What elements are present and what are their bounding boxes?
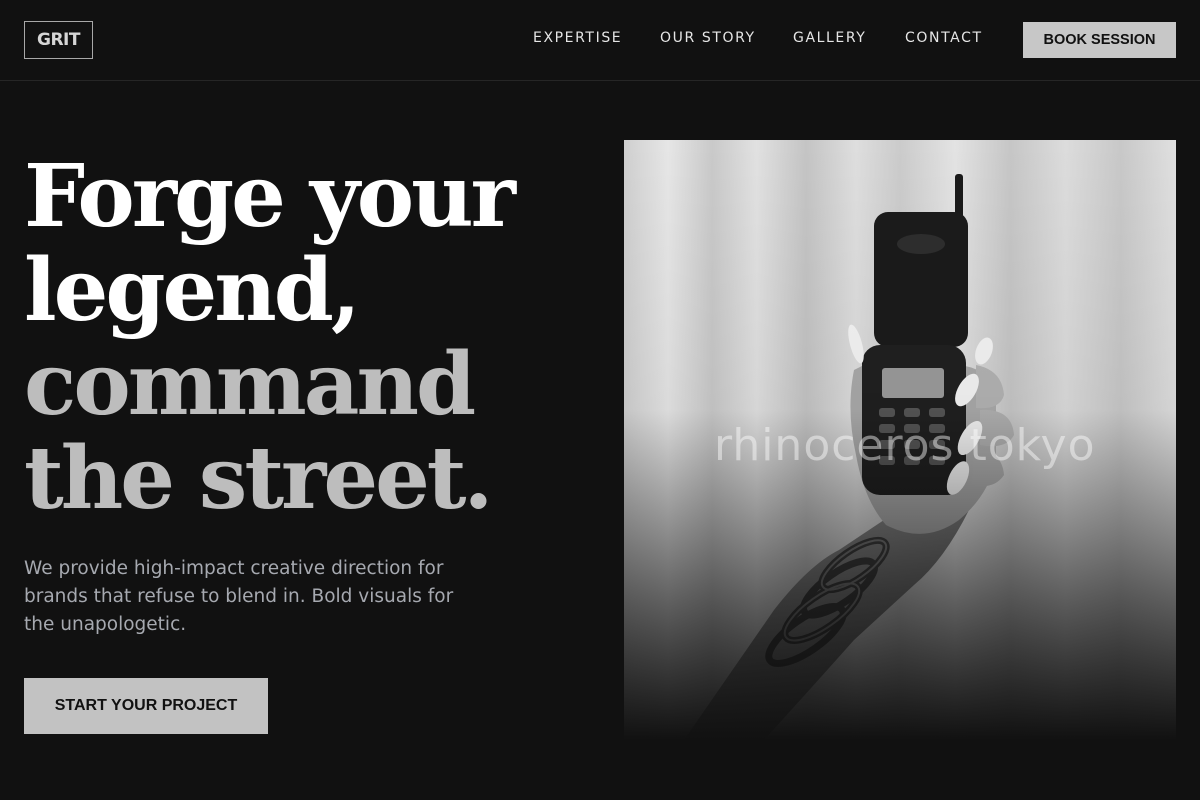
headline-line-2: legend, (24, 240, 361, 341)
nav-link-gallery[interactable]: GALLERY (793, 30, 866, 46)
nav-link-our-story[interactable]: OUR STORY (660, 30, 756, 46)
site-header: GRIT EXPERTISE OUR STORY GALLERY CONTACT… (0, 0, 1200, 81)
logo[interactable]: GRIT (24, 21, 93, 59)
book-session-button[interactable]: BOOK SESSION (1023, 22, 1176, 58)
headline-line-4: the street. (24, 428, 493, 529)
hero-description: We provide high-impact creative directio… (24, 558, 454, 635)
headline-line-1: Forge your (24, 146, 516, 247)
start-project-button[interactable]: START YOUR PROJECT (24, 678, 268, 734)
hero-headline: Forge your legend, command the street. (24, 150, 584, 526)
headline-line-3: command (24, 334, 476, 435)
hero-image: rhinoceros tokyo (624, 140, 1176, 740)
nav-link-contact[interactable]: CONTACT (905, 30, 983, 46)
nav-link-expertise[interactable]: EXPERTISE (533, 30, 622, 46)
image-watermark: rhinoceros tokyo (714, 420, 1096, 471)
